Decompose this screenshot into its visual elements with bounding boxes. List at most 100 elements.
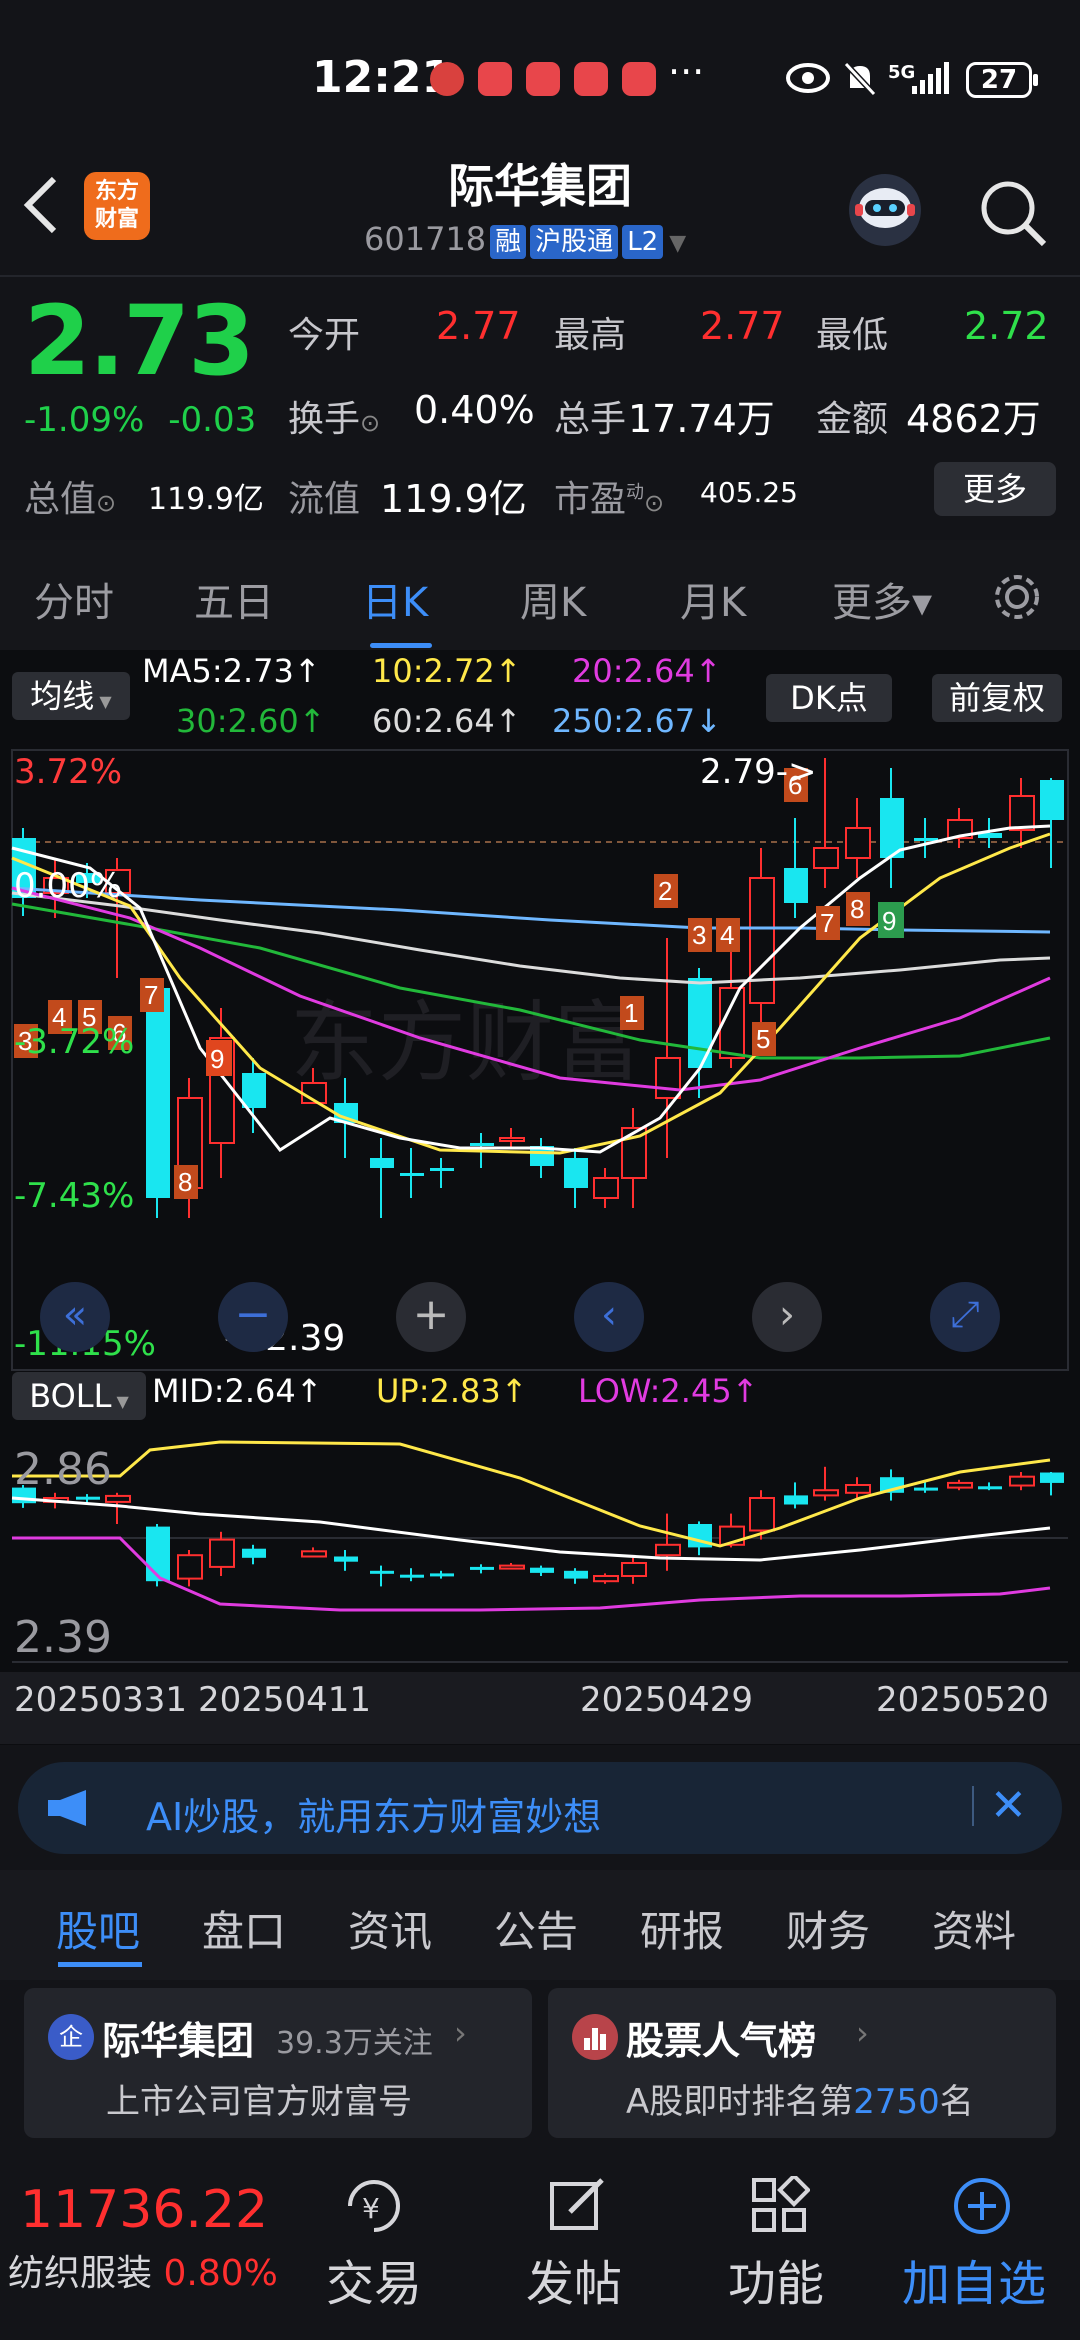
candle-body: [400, 1173, 424, 1176]
boll-candle-body: [430, 1573, 454, 1577]
ma-select[interactable]: 均线 ▼: [12, 672, 130, 720]
function-button[interactable]: 功能: [728, 2244, 824, 2314]
notification-icon: [622, 62, 656, 96]
high-label: 最高: [554, 315, 627, 356]
candle-body: [470, 1143, 494, 1146]
tab-orderbook[interactable]: 盘口: [202, 1898, 286, 1959]
boll-low-label: LOW:2.45↑: [578, 1372, 759, 1410]
info-icon: ⊙: [96, 489, 117, 517]
boll-candle-body: [564, 1570, 588, 1579]
boll-up-label: UP:2.83↑: [376, 1372, 528, 1410]
svg-text:7: 7: [144, 980, 158, 1010]
tab-news[interactable]: 资讯: [348, 1898, 432, 1959]
more-button[interactable]: 更多: [934, 462, 1056, 516]
trade-yuan-icon[interactable]: ¥: [340, 2176, 410, 2236]
dk-point-button[interactable]: DK点: [766, 674, 892, 722]
tab-monthly-k[interactable]: 月K: [680, 570, 746, 628]
scroll-left-icon[interactable]: ‹: [574, 1282, 644, 1352]
fullscreen-icon[interactable]: ⤢: [930, 1282, 1000, 1352]
grid-function-icon[interactable]: [750, 2176, 810, 2236]
boll-candle-body: [655, 1543, 681, 1557]
boll-candle-body: [76, 1496, 100, 1500]
more-notifications: ···: [668, 50, 705, 94]
chevron-right-icon: ›: [454, 2014, 467, 2052]
boll-candle-body: [530, 1567, 554, 1573]
svg-text:1: 1: [624, 998, 638, 1028]
svg-text:4: 4: [720, 920, 734, 950]
tab-daily-k[interactable]: 日K: [362, 570, 428, 628]
tab-announcements[interactable]: 公告: [494, 1898, 578, 1959]
low-value: 2.72: [964, 304, 1049, 348]
tab-forum[interactable]: 股吧: [56, 1898, 140, 1959]
add-watchlist-icon[interactable]: [952, 2176, 1012, 2236]
adjust-button[interactable]: 前复权: [932, 674, 1062, 722]
trade-button[interactable]: 交易: [326, 2244, 422, 2314]
info-icon: ⊙: [360, 409, 381, 437]
current-price: 2.73: [24, 285, 255, 397]
candle-body: [242, 1073, 266, 1108]
stock-code: 601718: [364, 220, 487, 258]
stock-code-row[interactable]: 601718 融沪股通 L2 ▼: [364, 220, 686, 259]
tab-financials[interactable]: 财务: [786, 1898, 870, 1959]
tab-weekly-k[interactable]: 周K: [520, 570, 586, 628]
sector-info[interactable]: 纺织服装 0.80%: [8, 2244, 278, 2296]
active-tab-indicator: [370, 643, 432, 648]
boll-candle-body: [914, 1487, 938, 1491]
zoom-out-icon[interactable]: −: [218, 1282, 288, 1352]
tab-intraday[interactable]: 分时: [34, 570, 114, 628]
zoom-out-all-icon[interactable]: «: [40, 1282, 110, 1352]
pct-m2-label: -7.43%: [14, 1176, 135, 1216]
battery-icon: 27: [966, 62, 1038, 98]
boll-candle-body: [470, 1566, 494, 1570]
candle-body: [499, 1137, 525, 1142]
signal-icon: [912, 62, 949, 94]
candle-body: [370, 1158, 394, 1168]
candle-body: [146, 988, 170, 1198]
follow-count: 39.3万关注: [276, 2026, 433, 2061]
robot-assistant-icon[interactable]: [845, 170, 925, 250]
scroll-right-icon[interactable]: ›: [752, 1282, 822, 1352]
boll-candle-body: [784, 1495, 808, 1505]
ai-banner-text: AI炒股，就用东方财富妙想: [146, 1795, 602, 1839]
tab-five-day[interactable]: 五日: [194, 570, 274, 628]
indicator-select[interactable]: BOLL ▼: [12, 1372, 146, 1420]
sector-index-value[interactable]: 11736.22: [20, 2180, 268, 2240]
add-watchlist-button[interactable]: 加自选: [902, 2244, 1046, 2314]
boll-top-label: 2.86: [14, 1444, 112, 1495]
margin-tag: 融: [490, 225, 527, 259]
candle-body: [845, 827, 871, 859]
boll-candle-body: [947, 1481, 973, 1489]
divider: [972, 1786, 974, 1826]
open-label: 今开: [288, 315, 361, 356]
edit-post-icon[interactable]: [548, 2176, 608, 2236]
pe-label: 市盈动⊙: [554, 479, 665, 520]
mute-icon: [843, 61, 877, 97]
turnover-value: 0.40%: [414, 388, 535, 432]
gear-icon[interactable]: [990, 570, 1044, 624]
candle-body: [1040, 780, 1064, 820]
tab-more[interactable]: 更多▾: [832, 570, 932, 628]
float-value: 119.9亿: [380, 477, 527, 521]
boll-candle-body: [749, 1497, 775, 1532]
boll-bottom-label: 2.39: [14, 1612, 112, 1663]
eye-icon: [786, 63, 830, 93]
boll-candle-body: [593, 1575, 619, 1583]
active-tab-indicator: [58, 1962, 142, 1967]
svg-text:¥: ¥: [362, 2192, 380, 2225]
ma10-label: 10:2.72↑: [372, 652, 522, 690]
popularity-rank: A股即时排名第2750名: [626, 2082, 974, 2122]
svg-text:8: 8: [850, 894, 864, 924]
boll-candle-body: [499, 1564, 525, 1570]
candle-body: [1009, 795, 1035, 831]
tab-research[interactable]: 研报: [640, 1898, 724, 1959]
search-icon[interactable]: [978, 178, 1048, 248]
zoom-in-icon[interactable]: +: [396, 1282, 466, 1352]
close-icon[interactable]: ✕: [990, 1780, 1027, 1831]
company-card-desc: 上市公司官方财富号: [106, 2082, 412, 2122]
notification-icon: [526, 62, 560, 96]
open-value: 2.77: [436, 304, 521, 348]
amount-value: 4862万: [906, 397, 1041, 441]
tab-profile[interactable]: 资料: [932, 1898, 1016, 1959]
boll-mid-label: MID:2.64↑: [152, 1372, 323, 1410]
post-button[interactable]: 发帖: [526, 2244, 622, 2314]
